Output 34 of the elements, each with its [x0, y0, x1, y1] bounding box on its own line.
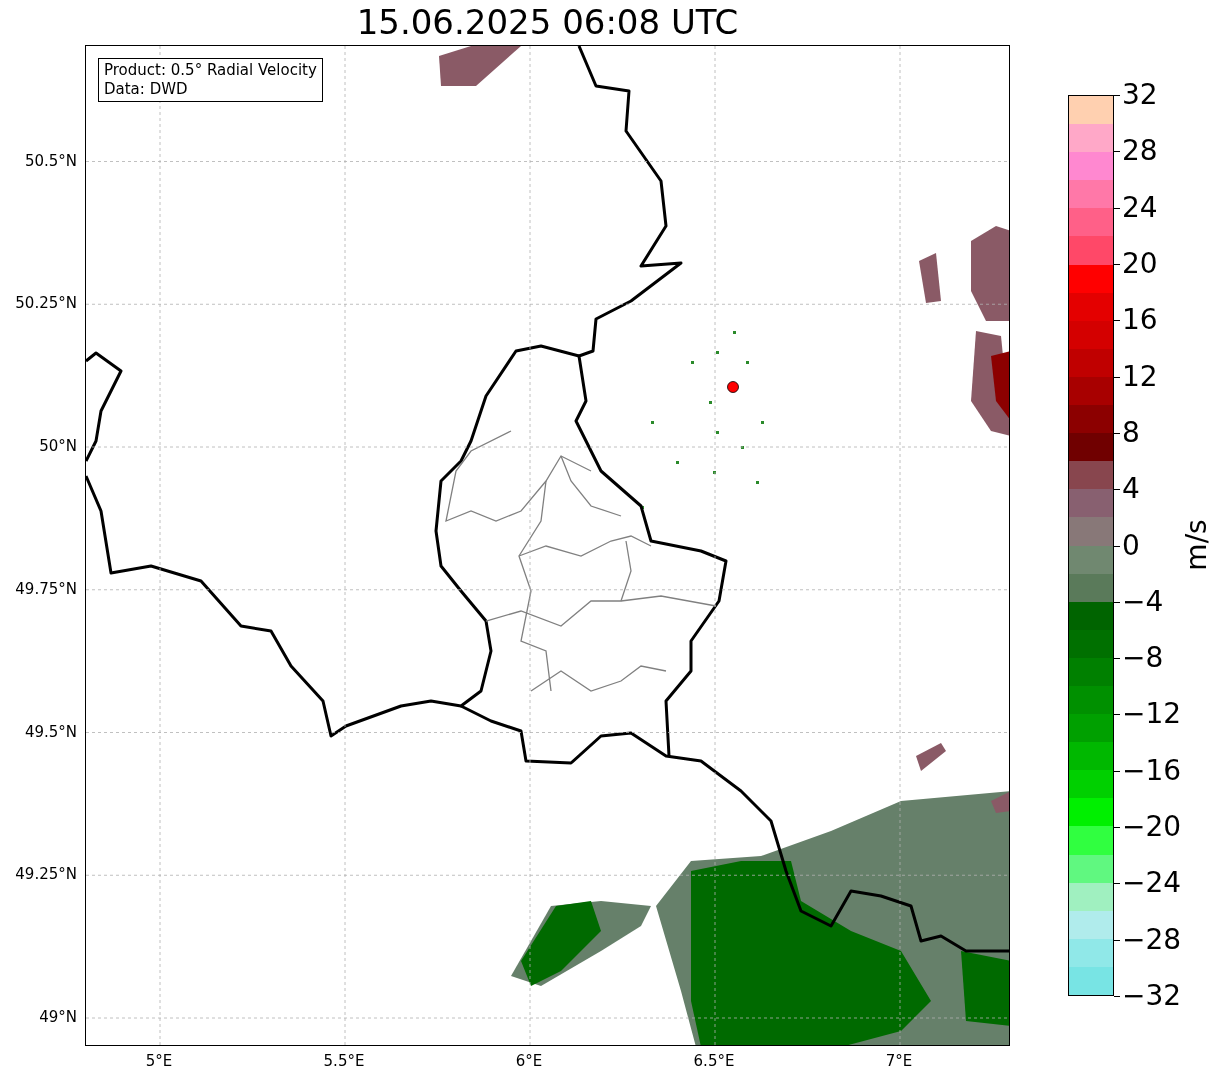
latitude-label: 50.25°N [15, 294, 77, 313]
colorbar-tick-label: −12 [1122, 697, 1182, 732]
latitude-label: 49.75°N [15, 579, 77, 598]
longitude-label: 6.5°E [693, 1052, 735, 1070]
latitude-label: 50°N [39, 437, 77, 455]
longitude-label: 6°E [515, 1052, 543, 1070]
colorbar-label: m/s [1179, 519, 1213, 571]
colorbar-tick-label: −24 [1122, 866, 1182, 901]
colorbar-tick-label: 4 [1122, 472, 1140, 507]
latitude-label: 49.25°N [15, 865, 77, 884]
colorbar-tick-label: 12 [1122, 359, 1158, 394]
radar-site-marker [727, 381, 739, 393]
colorbar-tick-label: −16 [1122, 753, 1182, 788]
info-text: Data: DWD [104, 80, 189, 99]
longitude-label: 7°E [885, 1052, 913, 1070]
longitude-label: 5°E [145, 1052, 173, 1070]
colorbar-tick-label: 28 [1122, 134, 1158, 169]
colorbar-tick-label: −8 [1122, 641, 1164, 676]
colorbar-tick-label: 16 [1122, 303, 1158, 338]
colorbar-tick-label: −4 [1122, 584, 1164, 619]
latitude-label: 49°N [39, 1008, 77, 1026]
colorbar-tick-label: −32 [1122, 979, 1182, 1013]
longitude-label: 5.5°E [323, 1052, 365, 1070]
colorbar-tick-label: 32 [1122, 78, 1158, 112]
colorbar-tick-label: 24 [1122, 190, 1158, 225]
latitude-label: 49.5°N [24, 722, 77, 741]
colorbar-tick-label: 0 [1122, 528, 1140, 563]
latitude-label: 50.5°N [24, 151, 77, 170]
colorbar-tick-label: −28 [1122, 922, 1182, 957]
info-text: Product: 0.5° Radial Velocity [104, 61, 317, 80]
colorbar-tick-label: 8 [1122, 415, 1140, 450]
colorbar-tick-label: −20 [1122, 810, 1182, 845]
chart-title: 15.06.2025 06:08 UTC [356, 1, 739, 44]
colorbar-tick-label: 20 [1122, 246, 1158, 281]
